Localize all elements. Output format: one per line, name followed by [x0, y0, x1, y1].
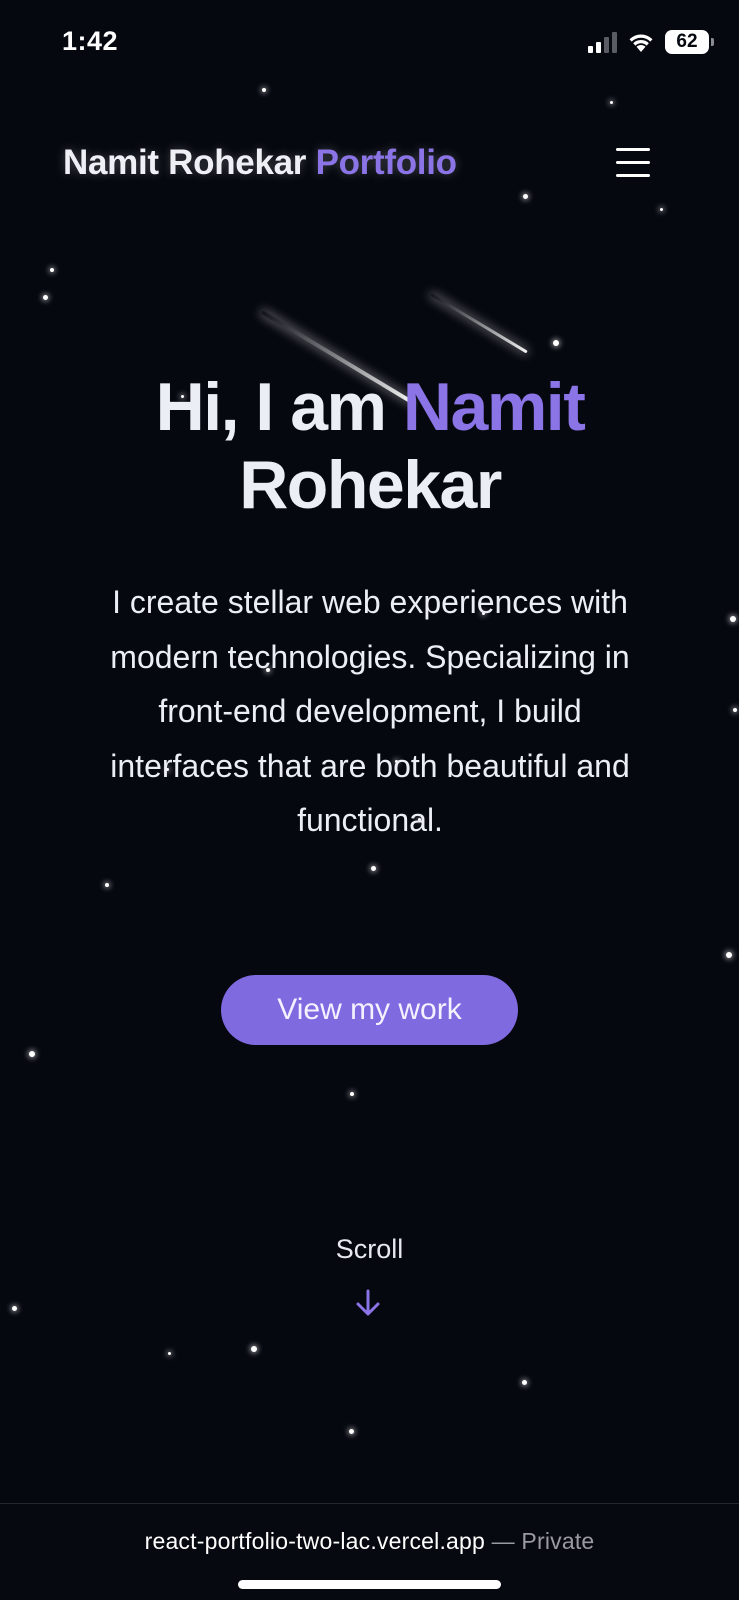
browser-address-bar[interactable]: react-portfolio-two-lac.vercel.app — Pri…: [0, 1503, 739, 1600]
arrow-down-icon[interactable]: [353, 1288, 383, 1318]
site-header: Namit Rohekar Portfolio: [0, 135, 739, 195]
battery-icon: 62: [665, 30, 714, 54]
brand-logo[interactable]: Namit Rohekar Portfolio: [63, 143, 457, 183]
view-my-work-button[interactable]: View my work: [221, 975, 518, 1045]
hero-first-name: Namit: [402, 369, 586, 445]
hero-last-name: Rohekar: [239, 447, 502, 523]
cellular-signal-icon: [588, 31, 617, 53]
url-display[interactable]: react-portfolio-two-lac.vercel.app — Pri…: [0, 1528, 739, 1555]
scroll-label: Scroll: [335, 1234, 404, 1264]
status-bar: 1:42 62: [0, 0, 739, 90]
status-time: 1:42: [62, 26, 119, 56]
url-separator: —: [485, 1528, 522, 1554]
hero-greeting: Hi, I am: [155, 369, 387, 445]
brand-name: Namit Rohekar: [63, 143, 307, 182]
hero-title: Hi, I am Namit Rohekar: [60, 368, 680, 524]
url-text: react-portfolio-two-lac.vercel.app: [144, 1528, 486, 1554]
hero-description: I create stellar web experiences with mo…: [110, 584, 630, 838]
status-icons: 62: [588, 30, 714, 54]
home-indicator[interactable]: [238, 1580, 501, 1589]
privacy-label: Private: [521, 1528, 595, 1554]
wifi-icon: [629, 34, 653, 52]
hamburger-menu-icon[interactable]: [614, 147, 652, 181]
brand-accent: Portfolio: [315, 143, 457, 182]
